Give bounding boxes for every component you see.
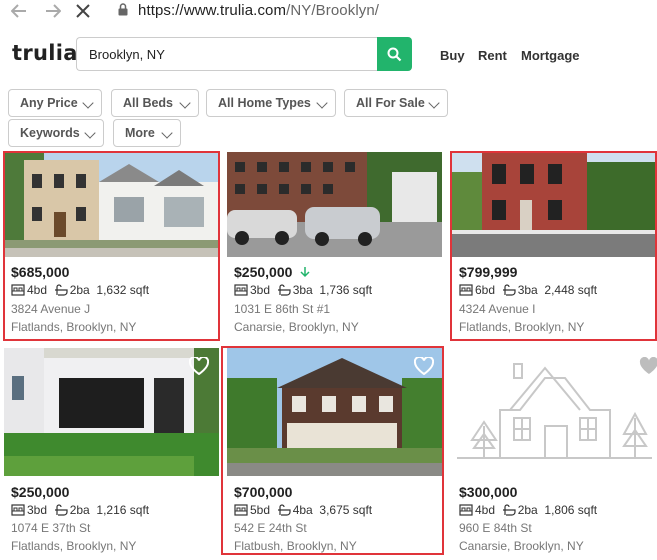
- listing-city: Canarsie, Brooklyn, NY: [234, 320, 359, 334]
- bath-icon: [277, 284, 291, 296]
- url-path: /NY/Brooklyn/: [286, 2, 380, 19]
- chevron-down-icon: [84, 127, 96, 139]
- nav-rent[interactable]: Rent: [478, 48, 507, 63]
- filter-more[interactable]: More: [113, 119, 181, 147]
- chevron-down-icon: [161, 127, 173, 139]
- trulia-logo[interactable]: trulia: [12, 41, 78, 65]
- listing-address: 960 E 84th St: [459, 521, 532, 535]
- listing-photo[interactable]: [4, 348, 219, 476]
- listing-card[interactable]: $250,000 3bd 2ba 1,216 sqft 1074 E 37th …: [4, 348, 219, 560]
- listing-photo-placeholder[interactable]: [452, 348, 657, 476]
- chevron-down-icon: [179, 97, 191, 109]
- listing-card[interactable]: $300,000 4bd 2ba 1,806 sqft 960 E 84th S…: [452, 348, 657, 560]
- listing-specs: 3bd 3ba 1,736 sqft: [234, 283, 372, 297]
- favorite-heart-icon[interactable]: [188, 355, 210, 376]
- search-icon: [387, 47, 402, 61]
- price-drop-icon: [300, 267, 310, 278]
- forward-arrow-icon[interactable]: [42, 0, 64, 22]
- filter-keywords[interactable]: Keywords: [8, 119, 104, 147]
- listing-beds: 3bd: [27, 503, 48, 517]
- filter-beds-label: All Beds: [123, 96, 174, 110]
- lock-icon: [118, 3, 128, 16]
- highlight-box: [450, 151, 657, 341]
- chevron-down-icon: [316, 97, 328, 109]
- bed-icon: [459, 504, 473, 516]
- url-host: https://www.trulia.com: [138, 2, 287, 19]
- search-button[interactable]: [377, 37, 412, 71]
- filter-price[interactable]: Any Price: [8, 89, 102, 117]
- listing-price-value: $250,000: [234, 264, 293, 280]
- listing-photo[interactable]: [227, 152, 442, 257]
- listing-sqft: 1,216 sqft: [96, 503, 150, 517]
- listing-city: Flatlands, Brooklyn, NY: [11, 539, 137, 553]
- bed-icon: [11, 504, 25, 516]
- search-input[interactable]: [76, 37, 378, 71]
- bath-icon: [54, 504, 68, 516]
- favorite-heart-icon[interactable]: [639, 356, 657, 375]
- filter-beds[interactable]: All Beds: [111, 89, 199, 117]
- filter-price-label: Any Price: [20, 96, 78, 110]
- listing-card[interactable]: $250,000 3bd 3ba 1,736 sqft 1031 E 86th …: [227, 152, 442, 338]
- filter-keywords-label: Keywords: [20, 126, 80, 140]
- chevron-down-icon: [428, 97, 440, 109]
- listing-sqft: 1,806 sqft: [544, 503, 598, 517]
- listing-address: 1074 E 37th St: [11, 521, 91, 535]
- filter-home-types[interactable]: All Home Types: [206, 89, 336, 117]
- address-bar[interactable]: https://www.trulia.com/NY/Brooklyn/: [138, 2, 379, 19]
- chevron-down-icon: [82, 97, 94, 109]
- bed-icon: [234, 284, 248, 296]
- filter-home-types-label: All Home Types: [218, 96, 311, 110]
- nav-mortgage[interactable]: Mortgage: [521, 48, 580, 63]
- browser-toolbar: https://www.trulia.com/NY/Brooklyn/: [0, 0, 657, 22]
- listing-price: $250,000: [11, 484, 70, 500]
- stop-loading-icon[interactable]: [72, 0, 94, 22]
- listing-price: $250,000: [234, 264, 311, 280]
- listing-city: Canarsie, Brooklyn, NY: [459, 539, 584, 553]
- filter-for-sale-label: All For Sale: [356, 96, 425, 110]
- back-arrow-icon[interactable]: [8, 0, 30, 22]
- filter-more-label: More: [125, 126, 155, 140]
- listing-sqft: 1,736 sqft: [319, 283, 373, 297]
- listing-specs: 4bd 2ba 1,806 sqft: [459, 503, 597, 517]
- listing-price: $300,000: [459, 484, 518, 500]
- listing-baths: 3ba: [292, 283, 313, 297]
- listing-beds: 4bd: [475, 503, 496, 517]
- highlight-box: [221, 346, 444, 555]
- bath-icon: [502, 504, 516, 516]
- listing-baths: 2ba: [517, 503, 538, 517]
- listing-specs: 3bd 2ba 1,216 sqft: [11, 503, 149, 517]
- house-placeholder-icon: [457, 363, 652, 459]
- nav-buy[interactable]: Buy: [440, 48, 465, 63]
- highlight-box: [3, 151, 220, 341]
- listing-address: 1031 E 86th St #1: [234, 302, 331, 316]
- filter-for-sale[interactable]: All For Sale: [344, 89, 448, 117]
- listing-beds: 3bd: [250, 283, 271, 297]
- listing-baths: 2ba: [69, 503, 90, 517]
